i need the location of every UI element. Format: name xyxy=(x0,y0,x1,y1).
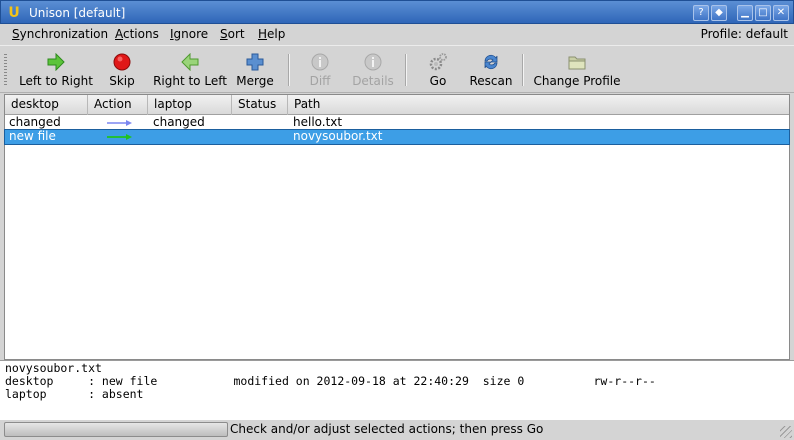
minimize-icon[interactable]: ▁ xyxy=(737,5,753,21)
unison-app-icon: U xyxy=(8,5,20,21)
table-row-selected[interactable]: new file novysoubor.txt xyxy=(4,129,790,145)
profile-label: Profile: default xyxy=(700,27,788,41)
help-icon[interactable]: ? xyxy=(693,5,709,21)
green-left-arrow-icon xyxy=(181,53,199,71)
list-header: desktop Action laptop Status Path xyxy=(5,95,789,115)
cell-desktop: changed xyxy=(9,115,61,129)
column-header-action[interactable]: Action xyxy=(88,95,148,115)
column-header-desktop[interactable]: desktop xyxy=(5,95,88,115)
change-profile-button[interactable]: Change Profile xyxy=(532,49,622,91)
cell-path: hello.txt xyxy=(293,115,343,129)
green-right-arrow-icon xyxy=(47,53,65,71)
column-header-laptop[interactable]: laptop xyxy=(148,95,232,115)
rescan-button[interactable]: Rescan xyxy=(466,49,516,91)
details-button[interactable]: Details xyxy=(350,49,396,91)
file-list[interactable]: desktop Action laptop Status Path change… xyxy=(4,94,790,360)
close-icon[interactable]: ✕ xyxy=(773,5,789,21)
resize-grip[interactable] xyxy=(780,426,792,438)
folder-icon xyxy=(568,56,586,70)
toolbar: Left to Right Skip Right to Left Merge D… xyxy=(0,45,794,93)
window-title: Unison [default] xyxy=(29,6,126,20)
menu-bar: Synchronization Actions Ignore Sort Help… xyxy=(0,24,794,44)
refresh-icon xyxy=(484,54,498,70)
status-text: Check and/or adjust selected actions; th… xyxy=(230,422,544,436)
title-bar: U Unison [default] ? ◆ ▁ □ ✕ xyxy=(0,0,794,24)
right-arrow-icon[interactable] xyxy=(106,119,134,127)
info-icon xyxy=(364,53,382,71)
table-row[interactable]: changed changed hello.txt xyxy=(5,116,789,130)
maximize-icon[interactable]: □ xyxy=(755,5,771,21)
cell-laptop: changed xyxy=(153,115,205,129)
menu-synchronization[interactable]: Synchronization xyxy=(12,26,108,42)
toolbar-separator xyxy=(522,54,524,86)
toolbar-grip[interactable] xyxy=(4,54,7,86)
skip-button[interactable]: Skip xyxy=(100,49,144,91)
info-icon xyxy=(311,53,329,71)
sticky-icon[interactable]: ◆ xyxy=(711,5,727,21)
diff-button[interactable]: Diff xyxy=(300,49,340,91)
menu-actions[interactable]: Actions xyxy=(115,26,159,42)
details-panel: novysoubor.txt desktop : new file modifi… xyxy=(0,360,794,420)
status-bar: Check and/or adjust selected actions; th… xyxy=(0,420,794,440)
gears-icon xyxy=(429,53,447,71)
details-laptop-line: laptop : absent xyxy=(5,387,144,401)
toolbar-separator xyxy=(405,54,407,86)
merge-button[interactable]: Merge xyxy=(234,49,276,91)
merge-plus-icon xyxy=(246,53,264,71)
left-to-right-button[interactable]: Left to Right xyxy=(14,49,98,91)
menu-ignore[interactable]: Ignore xyxy=(170,26,208,42)
progress-bar xyxy=(4,422,228,437)
toolbar-separator xyxy=(288,54,290,86)
red-stop-icon xyxy=(113,53,131,71)
right-arrow-icon[interactable] xyxy=(106,133,134,141)
go-button[interactable]: Go xyxy=(420,49,456,91)
menu-help[interactable]: Help xyxy=(258,26,285,42)
right-to-left-button[interactable]: Right to Left xyxy=(150,49,230,91)
cell-desktop: new file xyxy=(9,129,56,143)
cell-path: novysoubor.txt xyxy=(293,129,383,143)
menu-sort[interactable]: Sort xyxy=(220,26,245,42)
column-header-status[interactable]: Status xyxy=(232,95,288,115)
column-header-path[interactable]: Path xyxy=(288,95,789,115)
